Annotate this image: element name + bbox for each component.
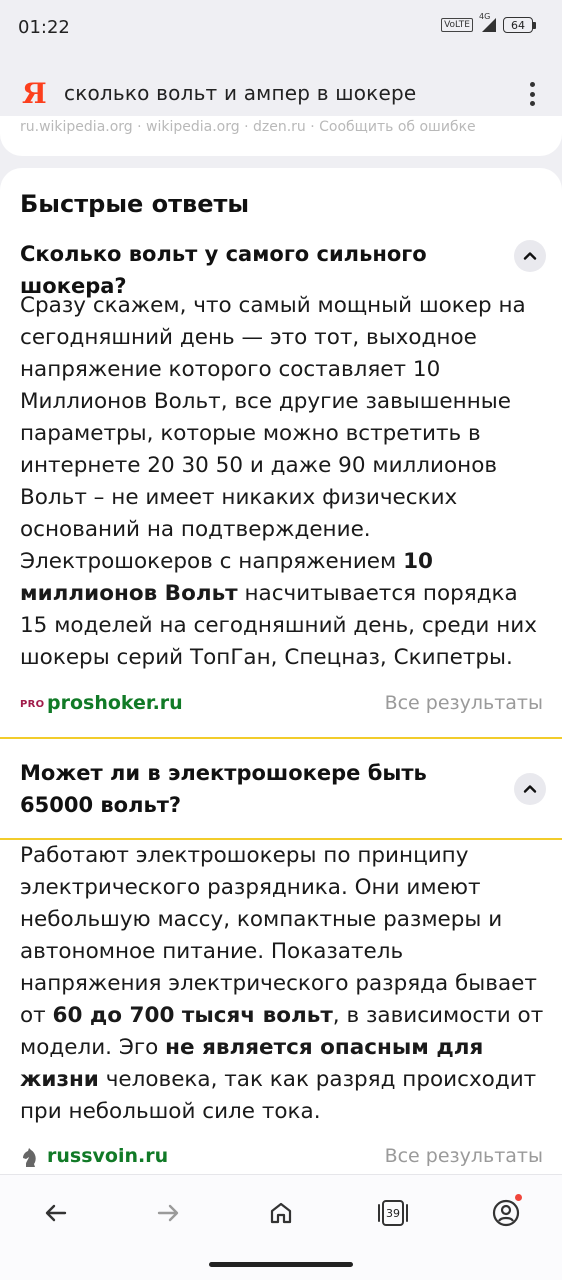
collapse-button[interactable] [514,240,546,272]
profile-button[interactable] [488,1194,524,1231]
source-link[interactable]: russvoin.ru [47,1145,168,1167]
kebab-menu-icon[interactable] [528,82,536,106]
battery-level: 64 [503,17,533,33]
bottom-navigation: 39 [0,1174,562,1280]
tabs-count: 39 [386,1206,400,1220]
battery-icon: 64 [503,17,536,33]
quick-answers-card: Быстрые ответы Сколько вольт у самого си… [0,168,562,1178]
source-row: russvoin.ru Все результаты [20,1143,543,1173]
source-favicon: PRO [20,699,45,710]
back-arrow-icon [45,1204,67,1222]
volte-indicator: VoLTE [441,18,473,32]
chevron-up-icon [523,785,537,793]
source-row: PRO proshoker.ru Все результаты [20,690,543,720]
back-button[interactable] [38,1195,74,1231]
source-link[interactable]: proshoker.ru [47,692,183,714]
home-indicator[interactable] [209,1262,353,1267]
home-icon [270,1202,292,1224]
all-results-link[interactable]: Все результаты [385,1145,543,1167]
previous-result-card: ru.wikipedia.org · wikipedia.org · dzen.… [0,116,562,156]
yandex-logo[interactable]: Я [22,78,47,110]
forward-button[interactable] [150,1195,186,1231]
search-query[interactable]: сколько вольт и ампер в шокере [64,81,416,105]
previous-result-sources[interactable]: ru.wikipedia.org · wikipedia.org · dzen.… [20,119,476,135]
answer-text: Сразу скажем, что самый мощный шокер на … [20,293,537,670]
profile-icon [492,1199,520,1227]
chevron-up-icon [523,252,537,260]
section-divider [0,737,562,739]
answer-text: Работают электрошокеры по принципу элект… [20,843,544,1124]
forward-arrow-icon [157,1204,179,1222]
notification-dot [515,1194,522,1201]
home-button[interactable] [263,1195,299,1231]
status-icons: VoLTE 4G 64 [441,12,536,33]
signal-icon: 4G [479,12,497,33]
question-title[interactable]: Может ли в электрошокере быть 65000 воль… [20,757,490,821]
collapse-button[interactable] [514,773,546,805]
status-bar: 01:22 VoLTE 4G 64 [0,0,562,56]
tabs-button[interactable]: 39 [375,1195,411,1231]
all-results-link[interactable]: Все результаты [385,692,543,714]
status-time: 01:22 [18,17,70,38]
knight-icon [23,1148,36,1167]
section-title: Быстрые ответы [20,190,250,218]
